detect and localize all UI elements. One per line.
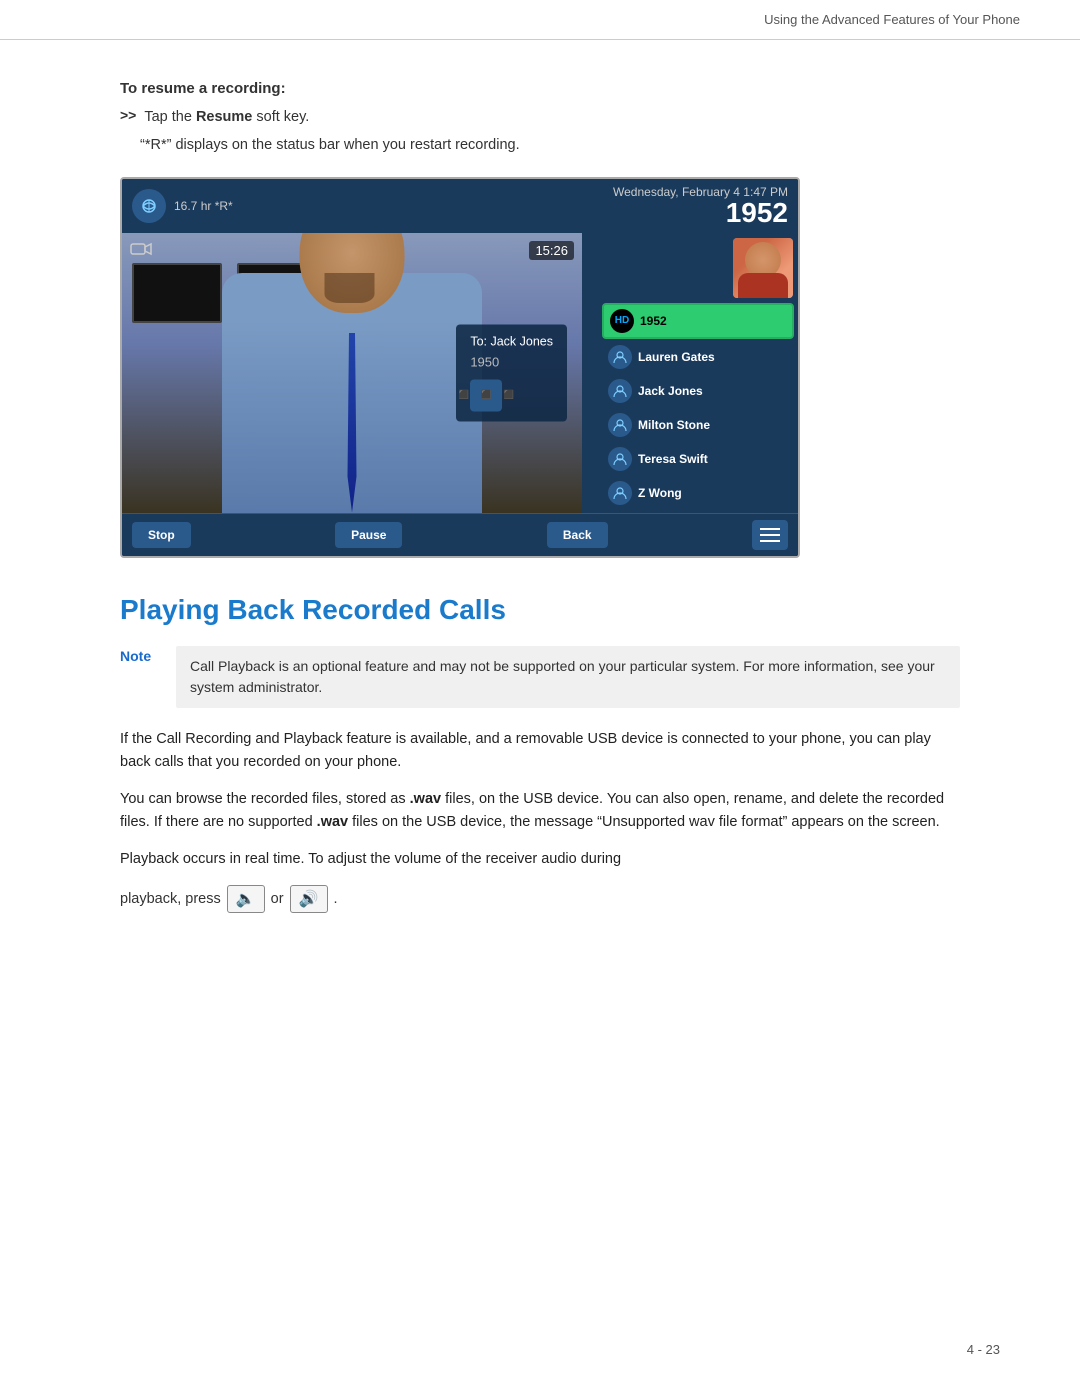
playback-or: or: [271, 891, 284, 907]
step-suffix: soft key.: [252, 109, 309, 125]
body-para-2: You can browse the recorded files, store…: [120, 788, 960, 834]
pause-button[interactable]: Pause: [335, 522, 402, 548]
status-note: “*R*” displays on the status bar when yo…: [140, 135, 960, 157]
phone-main: 15:26 To: Jack Jones 1950 ⁢◾◾◾: [122, 233, 798, 513]
contact-name-wong: Z Wong: [638, 486, 682, 500]
keypad-icon[interactable]: ⁢◾◾◾: [470, 379, 502, 411]
resume-section: To resume a recording: >> Tap the Resume…: [120, 80, 960, 157]
playback-line: playback, press 🔈 or 🔊 .: [120, 885, 960, 913]
contact-icon-milton: [608, 413, 632, 437]
contact-name-lauren: Lauren Gates: [638, 350, 715, 364]
back-button[interactable]: Back: [547, 522, 608, 548]
volume-up-button[interactable]: 🔊: [290, 885, 328, 913]
camera-icon: [130, 241, 152, 262]
video-timer: 15:26: [529, 241, 574, 260]
volume-down-button[interactable]: 🔈: [227, 885, 265, 913]
contact-icon-wong: [608, 481, 632, 505]
phone-bottombar: Stop Pause Back: [122, 513, 798, 556]
phone-topbar-left: 16.7 hr *R*: [132, 189, 233, 223]
avatar: [733, 238, 793, 298]
contact-name-jack: Jack Jones: [638, 384, 703, 398]
phone-topbar: 16.7 hr *R* Wednesday, February 4 1:47 P…: [122, 179, 798, 233]
contact-icon-lauren: [608, 345, 632, 369]
note-label: Note: [120, 646, 160, 664]
phone-connection-icon: [132, 189, 166, 223]
phone-right-panel: HD 1952 Lauren Gates: [598, 233, 798, 513]
playback-prefix: playback, press: [120, 891, 221, 907]
recording-indicator: 16.7 hr *R*: [174, 199, 233, 213]
page-header: Using the Advanced Features of Your Phon…: [0, 0, 1080, 40]
phone-video: 15:26 To: Jack Jones 1950 ⁢◾◾◾: [122, 233, 598, 513]
note-content: Call Playback is an optional feature and…: [176, 646, 960, 708]
step-item: >> Tap the Resume soft key.: [120, 107, 960, 129]
menu-icon[interactable]: [752, 520, 788, 550]
resume-title: To resume a recording:: [120, 80, 960, 97]
contact-name-1952: 1952: [640, 314, 667, 328]
phone-topbar-right: Wednesday, February 4 1:47 PM 1952: [613, 185, 788, 227]
contact-name-milton: Milton Stone: [638, 418, 710, 432]
step-bold: Resume: [196, 109, 252, 125]
step-arrow: >>: [120, 107, 136, 123]
body-para-1: If the Call Recording and Playback featu…: [120, 728, 960, 774]
note-box: Note Call Playback is an optional featur…: [120, 646, 960, 708]
contact-icon-jack: [608, 379, 632, 403]
call-entry-jack[interactable]: Jack Jones: [602, 375, 794, 407]
phone-screenshot: 16.7 hr *R* Wednesday, February 4 1:47 P…: [120, 177, 800, 558]
call-entry-lauren[interactable]: Lauren Gates: [602, 341, 794, 373]
main-content: To resume a recording: >> Tap the Resume…: [0, 40, 1080, 973]
call-number: 1950: [470, 354, 553, 369]
call-entry-teresa[interactable]: Teresa Swift: [602, 443, 794, 475]
call-to-label: To: Jack Jones: [470, 334, 553, 348]
call-entry-1952[interactable]: HD 1952: [602, 303, 794, 339]
contact-name-teresa: Teresa Swift: [638, 452, 708, 466]
section-title: Playing Back Recorded Calls: [120, 594, 960, 626]
avatar-area: [598, 233, 798, 303]
playback-suffix: .: [334, 891, 338, 907]
header-text: Using the Advanced Features of Your Phon…: [764, 12, 1020, 27]
video-frame: 15:26 To: Jack Jones 1950 ⁢◾◾◾: [122, 233, 582, 513]
call-entry-milton[interactable]: Milton Stone: [602, 409, 794, 441]
call-entries-list: HD 1952 Lauren Gates: [598, 303, 798, 509]
phone-number-large: 1952: [613, 199, 788, 227]
stop-button[interactable]: Stop: [132, 522, 191, 548]
body-para-3: Playback occurs in real time. To adjust …: [120, 848, 960, 871]
contact-icon-teresa: [608, 447, 632, 471]
hd-icon: HD: [610, 309, 634, 333]
step-prefix: Tap the: [144, 109, 196, 125]
step-text: Tap the Resume soft key.: [144, 107, 309, 129]
page-number: 4 - 23: [967, 1342, 1000, 1357]
call-entry-wong[interactable]: Z Wong: [602, 477, 794, 509]
